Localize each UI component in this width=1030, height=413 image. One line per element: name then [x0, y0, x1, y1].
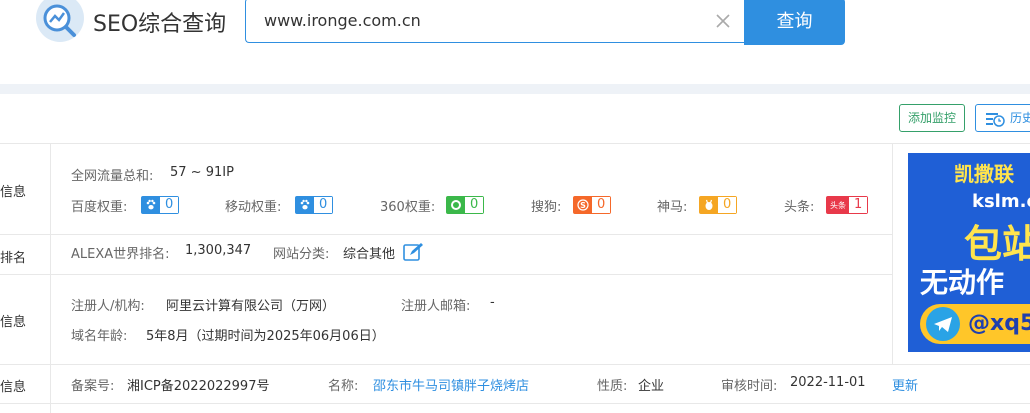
mobile-weight-badge[interactable]: 0 [295, 196, 334, 214]
svg-text:S: S [580, 201, 586, 210]
site-name-label: 名称: [328, 379, 359, 394]
alexa-value: 1,300,347 [185, 243, 252, 258]
history-button[interactable]: 历史 [975, 104, 1030, 132]
category-label: 网站分类: [273, 247, 330, 262]
mobile-weight-value: 0 [314, 197, 333, 213]
toutiao-label: 头条: [784, 200, 815, 215]
logo-icon [36, 0, 84, 42]
table-border [0, 403, 1030, 404]
edit-icon[interactable] [403, 242, 425, 266]
section-divider [0, 84, 1030, 94]
email-value: - [490, 295, 495, 310]
ad-line-3: 包站 [964, 222, 1030, 266]
shenma-badge[interactable]: 0 [699, 196, 738, 214]
category-value: 综合其他 [343, 247, 396, 262]
shenma-value: 0 [718, 197, 737, 213]
table-border [892, 143, 893, 364]
shenma-label: 神马: [657, 200, 688, 215]
table-border [0, 364, 1030, 365]
sogou-badge[interactable]: S 0 [573, 196, 612, 214]
sogou-icon: S [574, 197, 592, 213]
update-link[interactable]: 更新 [892, 375, 918, 394]
traffic-label: 全网流量总和: [71, 169, 154, 184]
ad-banner[interactable]: 凯撒联 kslm.c 包站 无动作 @xq5 [908, 153, 1030, 352]
360-weight-value: 0 [465, 197, 484, 213]
telegram-icon [926, 307, 960, 341]
add-monitor-button[interactable]: 添加监控 [899, 104, 965, 132]
row-label-domain-info: 信息 [0, 315, 27, 330]
nature-label: 性质: [597, 379, 628, 394]
ad-line-5: @xq5 [968, 311, 1030, 336]
audit-time-value: 2022-11-01 [790, 375, 866, 390]
table-border [0, 234, 893, 235]
nature-value: 企业 [638, 379, 665, 394]
toutiao-value: 1 [849, 197, 868, 213]
baidu-weight-value: 0 [160, 197, 179, 213]
domain-age-value: 5年8月（过期时间为2025年06月06日） [146, 329, 385, 344]
row-label-ranking: 排名 [0, 251, 27, 266]
ad-line-2: kslm.c [972, 191, 1030, 212]
baidu-weight-label: 百度权重: [71, 200, 128, 215]
toutiao-badge[interactable]: 头条 1 [826, 196, 869, 214]
table-border [0, 274, 893, 275]
email-label: 注册人邮箱: [401, 299, 471, 314]
360-icon [447, 197, 465, 213]
360-weight-label: 360权重: [380, 200, 436, 215]
icp-value: 湘ICP备2022022997号 [127, 379, 270, 394]
toutiao-icon: 头条 [827, 197, 849, 213]
site-name-link[interactable]: 邵东市牛马司镇胖子烧烤店 [373, 375, 529, 394]
sogou-value: 0 [592, 197, 611, 213]
domain-age-label: 域名年龄: [71, 329, 128, 344]
logo-title: SEO综合查询 [93, 12, 227, 37]
audit-time-label: 审核时间: [721, 379, 778, 394]
search-box [245, 0, 745, 43]
sogou-label: 搜狗: [531, 200, 562, 215]
history-icon [985, 110, 1005, 131]
registrant-value: 阿里云计算有限公司（万网） [166, 299, 336, 314]
shenma-icon [700, 197, 718, 213]
search-input[interactable] [264, 0, 704, 42]
baidu-paw-icon [296, 197, 314, 213]
ad-line-1: 凯撒联 [954, 162, 1014, 186]
alexa-label: ALEXA世界排名: [71, 247, 170, 262]
360-weight-badge[interactable]: 0 [446, 196, 485, 214]
traffic-value: 57 ~ 91IP [170, 165, 234, 180]
history-label: 历史 [1010, 111, 1030, 125]
row-label-icp-info: 信息 [0, 380, 27, 395]
ad-line-4: 无动作 [920, 266, 1005, 299]
row-label-basic-info: 信息 [0, 185, 27, 200]
baidu-weight-badge[interactable]: 0 [141, 196, 180, 214]
clear-icon[interactable] [714, 12, 732, 30]
mobile-weight-label: 移动权重: [225, 200, 282, 215]
table-border [0, 143, 1030, 144]
baidu-paw-icon [142, 197, 160, 213]
table-border [50, 143, 51, 413]
search-button[interactable]: 查询 [744, 0, 845, 45]
registrant-label: 注册人/机构: [71, 299, 145, 314]
icp-label: 备案号: [71, 379, 115, 394]
